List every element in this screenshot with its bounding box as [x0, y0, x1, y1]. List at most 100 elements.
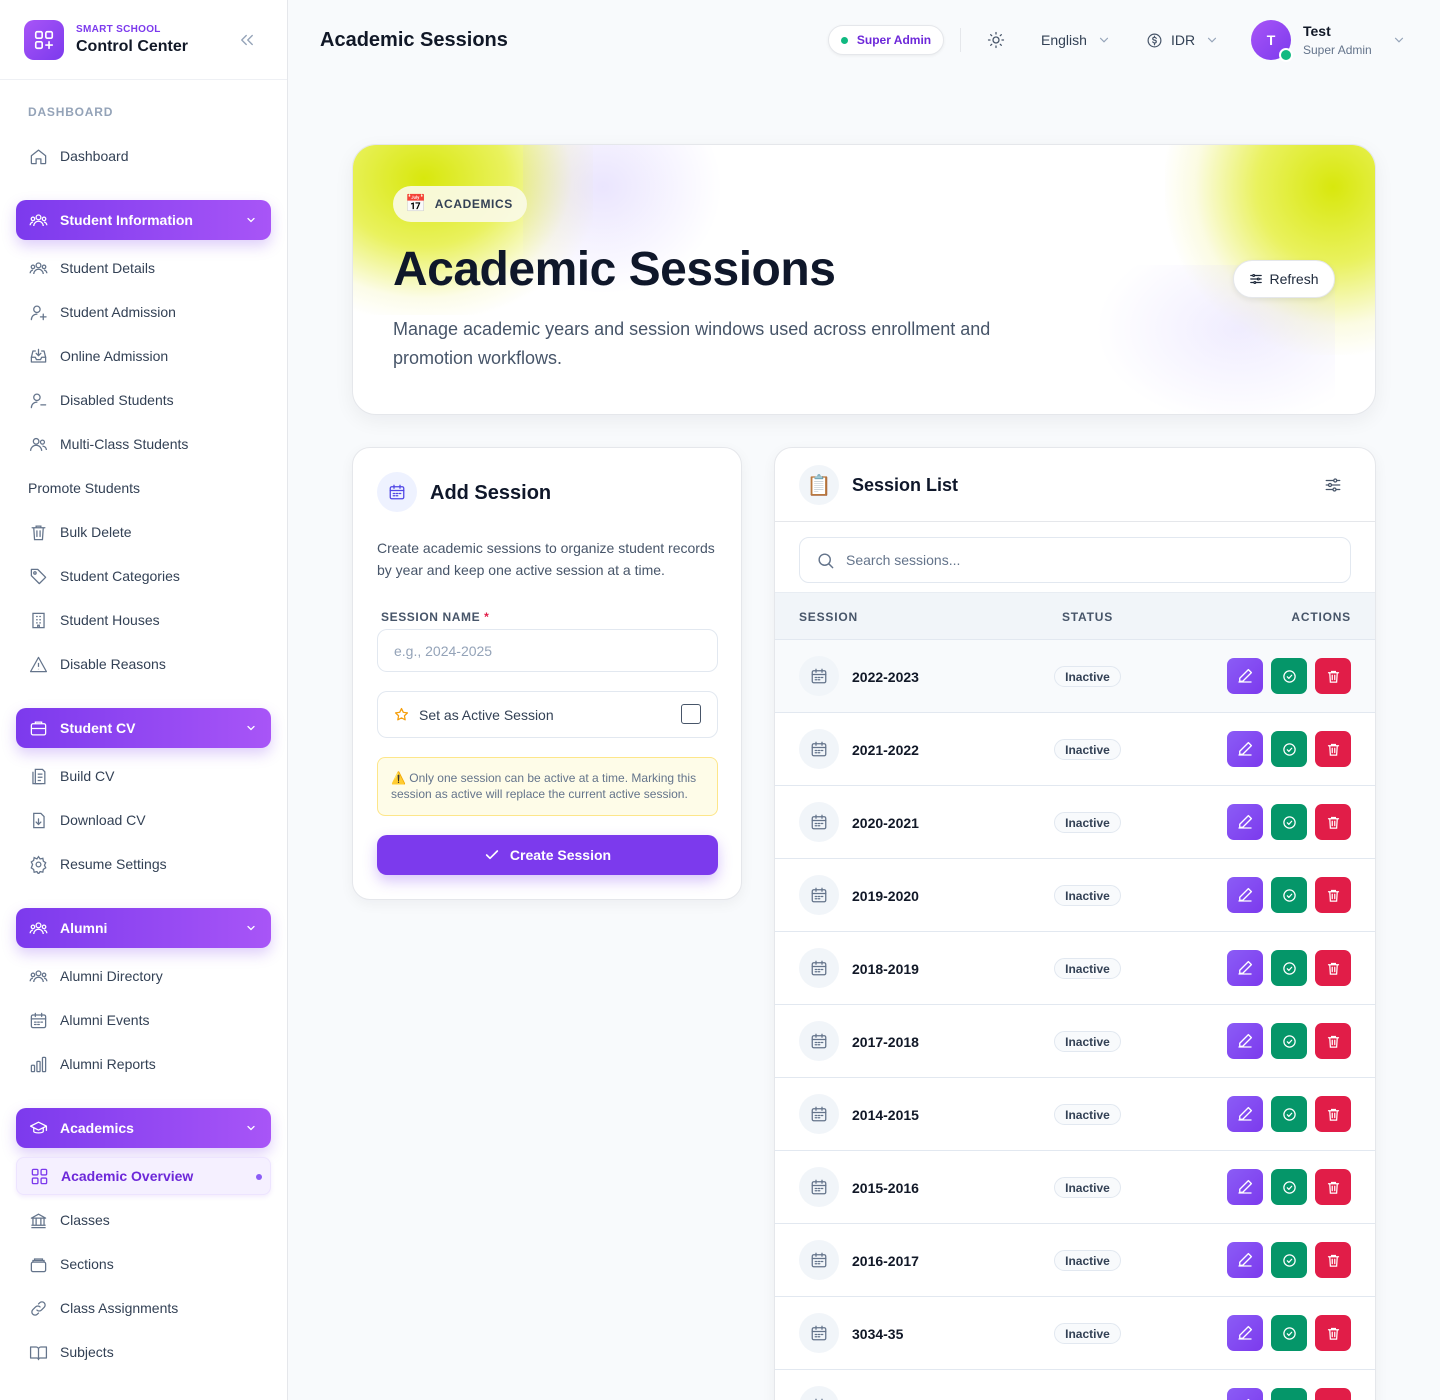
activate-button[interactable] — [1271, 731, 1307, 767]
collapse-sidebar-icon[interactable] — [236, 29, 258, 51]
sidebar-item-resume-settings[interactable]: Resume Settings — [28, 852, 167, 876]
edit-button[interactable] — [1227, 1242, 1263, 1278]
chevron-down-icon — [245, 1121, 257, 1137]
nav-group-student-information[interactable]: Student Information — [16, 200, 271, 240]
edit-button[interactable] — [1227, 877, 1263, 913]
edit-pencil-icon — [1236, 886, 1254, 904]
activate-button[interactable] — [1271, 877, 1307, 913]
delete-button[interactable] — [1315, 1096, 1351, 1132]
sidebar-item-online-admission[interactable]: Online Admission — [28, 344, 168, 368]
activate-button[interactable] — [1271, 1388, 1307, 1400]
active-session-checkbox[interactable] — [681, 704, 701, 724]
set-active-session-toggle[interactable]: Set as Active Session — [377, 691, 718, 738]
sidebar-item-student-details[interactable]: Student Details — [28, 256, 155, 280]
edit-button[interactable] — [1227, 950, 1263, 986]
delete-button[interactable] — [1315, 1169, 1351, 1205]
nav-group-academics[interactable]: Academics — [16, 1108, 271, 1148]
edit-button[interactable] — [1227, 1169, 1263, 1205]
status-badge: Inactive — [1054, 958, 1121, 979]
theme-toggle-sun-icon[interactable] — [986, 30, 1006, 50]
sidebar-item-dashboard[interactable]: Dashboard — [28, 144, 129, 168]
activate-button[interactable] — [1271, 1023, 1307, 1059]
calendar-icon — [799, 1240, 839, 1280]
sidebar-item-class-assignments[interactable]: Class Assignments — [28, 1296, 178, 1320]
delete-button[interactable] — [1315, 1242, 1351, 1278]
edit-button[interactable] — [1227, 1388, 1263, 1400]
trash-icon — [1326, 1180, 1341, 1195]
delete-button[interactable] — [1315, 1315, 1351, 1351]
edit-button[interactable] — [1227, 658, 1263, 694]
refresh-button[interactable]: Refresh — [1233, 260, 1335, 298]
sidebar-item-academic-overview[interactable]: Academic Overview — [16, 1157, 271, 1195]
filter-sliders-icon[interactable] — [1323, 475, 1343, 495]
delete-button[interactable] — [1315, 1023, 1351, 1059]
nav-group-student-cv[interactable]: Student CV — [16, 708, 271, 748]
check-circle-icon — [1282, 961, 1297, 976]
delete-button[interactable] — [1315, 877, 1351, 913]
language-select[interactable]: English — [1041, 30, 1111, 50]
sidebar-item-disable-reasons[interactable]: Disable Reasons — [28, 652, 166, 676]
delete-button[interactable] — [1315, 950, 1351, 986]
delete-button[interactable] — [1315, 1388, 1351, 1400]
sidebar-item-promote-students[interactable]: Promote Students — [28, 476, 140, 500]
edit-button[interactable] — [1227, 1023, 1263, 1059]
edit-button[interactable] — [1227, 1096, 1263, 1132]
activate-button[interactable] — [1271, 950, 1307, 986]
edit-pencil-icon — [1236, 959, 1254, 977]
sidebar-item-bulk-delete[interactable]: Bulk Delete — [28, 520, 132, 544]
sidebar-item-sections[interactable]: Sections — [28, 1252, 114, 1276]
sidebar-item-student-categories[interactable]: Student Categories — [28, 564, 180, 588]
activate-button[interactable] — [1271, 804, 1307, 840]
sidebar-item-multi-class-students[interactable]: Multi-Class Students — [28, 432, 188, 456]
activate-button[interactable] — [1271, 1169, 1307, 1205]
delete-button[interactable] — [1315, 731, 1351, 767]
sidebar-item-student-houses[interactable]: Student Houses — [28, 608, 160, 632]
sidebar-item-build-cv[interactable]: Build CV — [28, 764, 114, 788]
trash-icon — [1326, 888, 1341, 903]
search-sessions-input[interactable] — [846, 538, 1336, 582]
delete-button[interactable] — [1315, 804, 1351, 840]
activate-button[interactable] — [1271, 1096, 1307, 1132]
nav-group-alumni[interactable]: Alumni — [16, 908, 271, 948]
sidebar-item-disabled-students[interactable]: Disabled Students — [28, 388, 174, 412]
sidebar-item-download-cv[interactable]: Download CV — [28, 808, 146, 832]
currency-select[interactable]: IDR — [1146, 30, 1219, 50]
nav-group-label: Student CV — [60, 720, 136, 736]
sidebar-item-label: Classes — [60, 1212, 110, 1228]
nav-group-label: Academics — [60, 1120, 134, 1136]
sidebar-item-alumni-reports[interactable]: Alumni Reports — [28, 1052, 156, 1076]
sidebar-item-subjects[interactable]: Subjects — [28, 1340, 114, 1364]
activate-button[interactable] — [1271, 658, 1307, 694]
nav-group-label: Alumni — [60, 920, 108, 936]
check-circle-icon — [1282, 815, 1297, 830]
edit-button[interactable] — [1227, 1315, 1263, 1351]
calendar-icon — [377, 472, 417, 512]
delete-button[interactable] — [1315, 658, 1351, 694]
check-circle-icon — [1282, 1180, 1297, 1195]
user-menu[interactable]: T Test Super Admin — [1251, 20, 1406, 62]
sidebar-item-alumni-events[interactable]: Alumni Events — [28, 1008, 149, 1032]
session-name-input[interactable] — [377, 629, 718, 672]
table-row: 2022-2023 Inactive — [775, 640, 1375, 713]
status-badge: Inactive — [1054, 1323, 1121, 1344]
activate-button[interactable] — [1271, 1242, 1307, 1278]
sidebar-item-classes[interactable]: Classes — [28, 1208, 110, 1232]
edit-button[interactable] — [1227, 804, 1263, 840]
sidebar-item-label: Student Details — [60, 260, 155, 276]
session-table-body: 2022-2023 Inactive 2021-2022 Inactive 2020-2… — [775, 640, 1375, 1400]
avatar: T — [1251, 20, 1293, 62]
status-badge: Inactive — [1054, 812, 1121, 833]
document-icon — [28, 766, 48, 786]
graduation-cap-icon — [28, 1118, 48, 1138]
create-session-button[interactable]: Create Session — [377, 835, 718, 875]
sidebar-item-label: Dashboard — [60, 148, 129, 164]
calendar-icon — [799, 1386, 839, 1400]
activate-button[interactable] — [1271, 1315, 1307, 1351]
session-name: 2016-2017 — [852, 1253, 919, 1269]
edit-button[interactable] — [1227, 731, 1263, 767]
page-title: Academic Sessions — [320, 29, 508, 51]
table-row: 2021-2022 Inactive — [775, 713, 1375, 786]
sidebar-item-student-admission[interactable]: Student Admission — [28, 300, 176, 324]
sidebar-item-alumni-directory[interactable]: Alumni Directory — [28, 964, 163, 988]
hero-title: Academic Sessions — [393, 243, 836, 296]
